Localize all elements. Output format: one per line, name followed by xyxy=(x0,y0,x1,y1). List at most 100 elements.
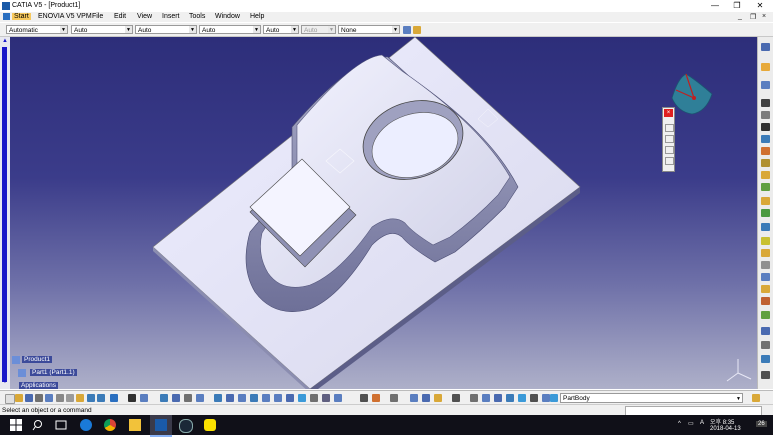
tool-icon[interactable] xyxy=(761,311,770,319)
properties-icon[interactable] xyxy=(413,26,421,34)
tool-icon[interactable] xyxy=(761,297,770,305)
3d-viewport[interactable]: × Product1 Part1 (Part1.1) Applications xyxy=(10,37,757,389)
tool-icon[interactable] xyxy=(518,394,526,402)
point-type-combo[interactable]: Auto ▼ xyxy=(263,25,299,34)
new-icon[interactable] xyxy=(5,394,15,404)
search-icon[interactable] xyxy=(32,419,44,431)
tool-icon[interactable] xyxy=(542,394,550,402)
tool-icon[interactable] xyxy=(761,159,770,167)
tool-icon[interactable] xyxy=(761,63,770,71)
line-type-combo[interactable]: Auto ▼ xyxy=(199,25,261,34)
menu-window[interactable]: Window xyxy=(215,13,240,20)
notification-badge[interactable]: 26 xyxy=(756,421,767,427)
edge-icon[interactable] xyxy=(80,419,92,431)
redo-icon[interactable] xyxy=(97,394,105,402)
tool-icon[interactable] xyxy=(761,223,770,231)
tool-icon[interactable] xyxy=(482,394,490,402)
steam-icon[interactable] xyxy=(179,419,193,433)
tree-node-part[interactable]: Part1 (Part1.1) xyxy=(30,369,77,376)
scroll-up-icon[interactable]: ▲ xyxy=(2,38,8,44)
tool-icon[interactable] xyxy=(761,111,770,119)
tool-icon[interactable] xyxy=(761,261,770,269)
clock-time[interactable]: 오후 8:35 xyxy=(710,417,734,426)
tool-icon[interactable] xyxy=(761,135,770,143)
fly-mode-icon[interactable] xyxy=(214,394,222,402)
copy-icon[interactable] xyxy=(66,394,74,402)
windows-start-icon[interactable] xyxy=(10,419,22,431)
tool-icon[interactable] xyxy=(434,394,442,402)
close-button[interactable]: ✕ xyxy=(749,0,771,12)
layer-combo[interactable]: None ▼ xyxy=(338,25,400,34)
kakaotalk-icon[interactable] xyxy=(204,419,216,431)
tree-node-product[interactable]: Product1 xyxy=(22,356,53,363)
menu-start[interactable]: Start xyxy=(12,13,31,20)
undo-icon[interactable] xyxy=(87,394,95,402)
tool-icon[interactable] xyxy=(390,394,398,402)
tool-icon[interactable] xyxy=(761,209,770,217)
clock-date[interactable]: 2018-04-13 xyxy=(710,426,741,432)
save-icon[interactable] xyxy=(25,394,33,402)
tool-icon[interactable] xyxy=(410,394,418,402)
normal-view-icon[interactable] xyxy=(286,394,294,402)
tool-icon[interactable] xyxy=(761,123,770,131)
help-icon[interactable] xyxy=(110,394,118,402)
chrome-icon[interactable] xyxy=(104,419,116,431)
doc-minimize-button[interactable]: _ xyxy=(738,13,742,20)
fit-all-icon[interactable] xyxy=(226,394,234,402)
tool-icon[interactable] xyxy=(470,394,478,402)
tree-node-applications[interactable]: Applications xyxy=(19,382,59,389)
doc-restore-button[interactable]: ❐ xyxy=(750,13,756,21)
zoom-in-icon[interactable] xyxy=(262,394,270,402)
tray-chevron-icon[interactable]: ^ xyxy=(678,421,681,427)
paste-icon[interactable] xyxy=(76,394,84,402)
menu-enovia[interactable]: ENOVIA V5 VPM xyxy=(38,13,92,20)
tool-icon[interactable] xyxy=(761,147,770,155)
tool-icon[interactable] xyxy=(761,273,770,281)
tool-icon[interactable] xyxy=(761,371,770,379)
catia-taskbar-item[interactable] xyxy=(150,415,172,437)
close-icon[interactable]: × xyxy=(664,109,673,117)
menu-insert[interactable]: Insert xyxy=(162,13,180,20)
workbench-icon[interactable] xyxy=(752,394,760,402)
open-icon[interactable] xyxy=(15,394,23,402)
toolbar-slot[interactable] xyxy=(665,124,674,132)
doc-close-button[interactable]: × xyxy=(762,13,766,20)
tool-icon[interactable] xyxy=(160,394,168,402)
partbody-combo[interactable]: PartBody ▼ xyxy=(560,393,743,403)
tool-icon[interactable] xyxy=(45,394,53,402)
tool-icon[interactable] xyxy=(360,394,368,402)
print-icon[interactable] xyxy=(35,394,43,402)
menu-file[interactable]: File xyxy=(92,13,103,20)
tool-icon[interactable] xyxy=(452,394,460,402)
minimize-button[interactable]: — xyxy=(704,0,726,12)
tool-icon[interactable] xyxy=(761,237,770,245)
tool-icon[interactable] xyxy=(761,355,770,363)
tool-icon[interactable] xyxy=(761,183,770,191)
toolbar-slot[interactable] xyxy=(665,135,674,143)
tool-icon[interactable] xyxy=(140,394,148,402)
transparency-combo[interactable]: Auto ▼ xyxy=(71,25,133,34)
menu-tools[interactable]: Tools xyxy=(189,13,205,20)
tool-icon[interactable] xyxy=(761,171,770,179)
tool-icon[interactable] xyxy=(422,394,430,402)
toolbar-slot[interactable] xyxy=(665,157,674,165)
tool-icon[interactable] xyxy=(172,394,180,402)
tool-icon[interactable] xyxy=(761,285,770,293)
formula-icon[interactable] xyxy=(128,394,136,402)
menu-edit[interactable]: Edit xyxy=(114,13,126,20)
tool-icon[interactable] xyxy=(761,197,770,205)
scroll-down-icon[interactable]: ▼ xyxy=(2,379,8,385)
format-painter-icon[interactable] xyxy=(403,26,411,34)
menu-view[interactable]: View xyxy=(137,13,152,20)
shading-icon[interactable] xyxy=(310,394,318,402)
line-thickness-combo[interactable]: Auto ▼ xyxy=(135,25,197,34)
toolbar-slot[interactable] xyxy=(665,146,674,154)
network-icon[interactable]: ▭ xyxy=(688,420,694,427)
tool-icon[interactable] xyxy=(506,394,514,402)
menu-help[interactable]: Help xyxy=(250,13,264,20)
task-view-icon[interactable] xyxy=(55,419,67,431)
scroll-thumb[interactable] xyxy=(2,47,7,382)
tool-icon[interactable] xyxy=(761,81,770,89)
tool-icon[interactable] xyxy=(184,394,192,402)
swap-visible-icon[interactable] xyxy=(334,394,342,402)
